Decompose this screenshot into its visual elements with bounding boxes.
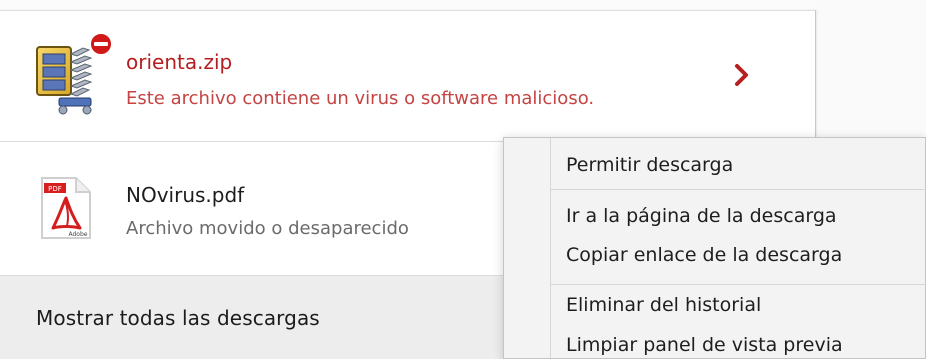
zip-file-blocked-icon bbox=[35, 32, 115, 117]
chevron-right-icon[interactable] bbox=[733, 63, 751, 87]
download-status-text: Archivo movido o desaparecido bbox=[126, 218, 409, 239]
download-file-name: NOvirus.pdf bbox=[126, 183, 245, 207]
menu-item-go-to-download-page[interactable]: Ir a la página de la descarga bbox=[566, 205, 837, 227]
menu-item-allow-download[interactable]: Permitir descarga bbox=[566, 154, 733, 176]
svg-text:Adobe: Adobe bbox=[69, 231, 88, 238]
download-status-text: Este archivo contiene un virus o softwar… bbox=[126, 88, 595, 109]
pdf-file-icon: PDF Adobe bbox=[38, 176, 94, 242]
downloads-stage: PDF Adobe orienta.zip Este archivo conti… bbox=[0, 0, 926, 359]
download-item-zip[interactable] bbox=[0, 11, 815, 141]
download-context-menu: Permitir descarga Ir a la página de la d… bbox=[503, 137, 926, 359]
menu-item-clear-preview-panel[interactable]: Limpiar panel de vista previa bbox=[566, 334, 843, 356]
menu-icon-gutter bbox=[550, 138, 551, 358]
menu-separator bbox=[550, 189, 926, 190]
menu-item-copy-download-link[interactable]: Copiar enlace de la descarga bbox=[566, 244, 842, 266]
svg-text:PDF: PDF bbox=[48, 185, 62, 193]
menu-separator bbox=[550, 284, 926, 285]
menu-item-remove-from-history[interactable]: Eliminar del historial bbox=[566, 294, 761, 316]
show-all-downloads-label: Mostrar todas las descargas bbox=[36, 306, 320, 330]
download-file-name: orienta.zip bbox=[126, 50, 233, 74]
